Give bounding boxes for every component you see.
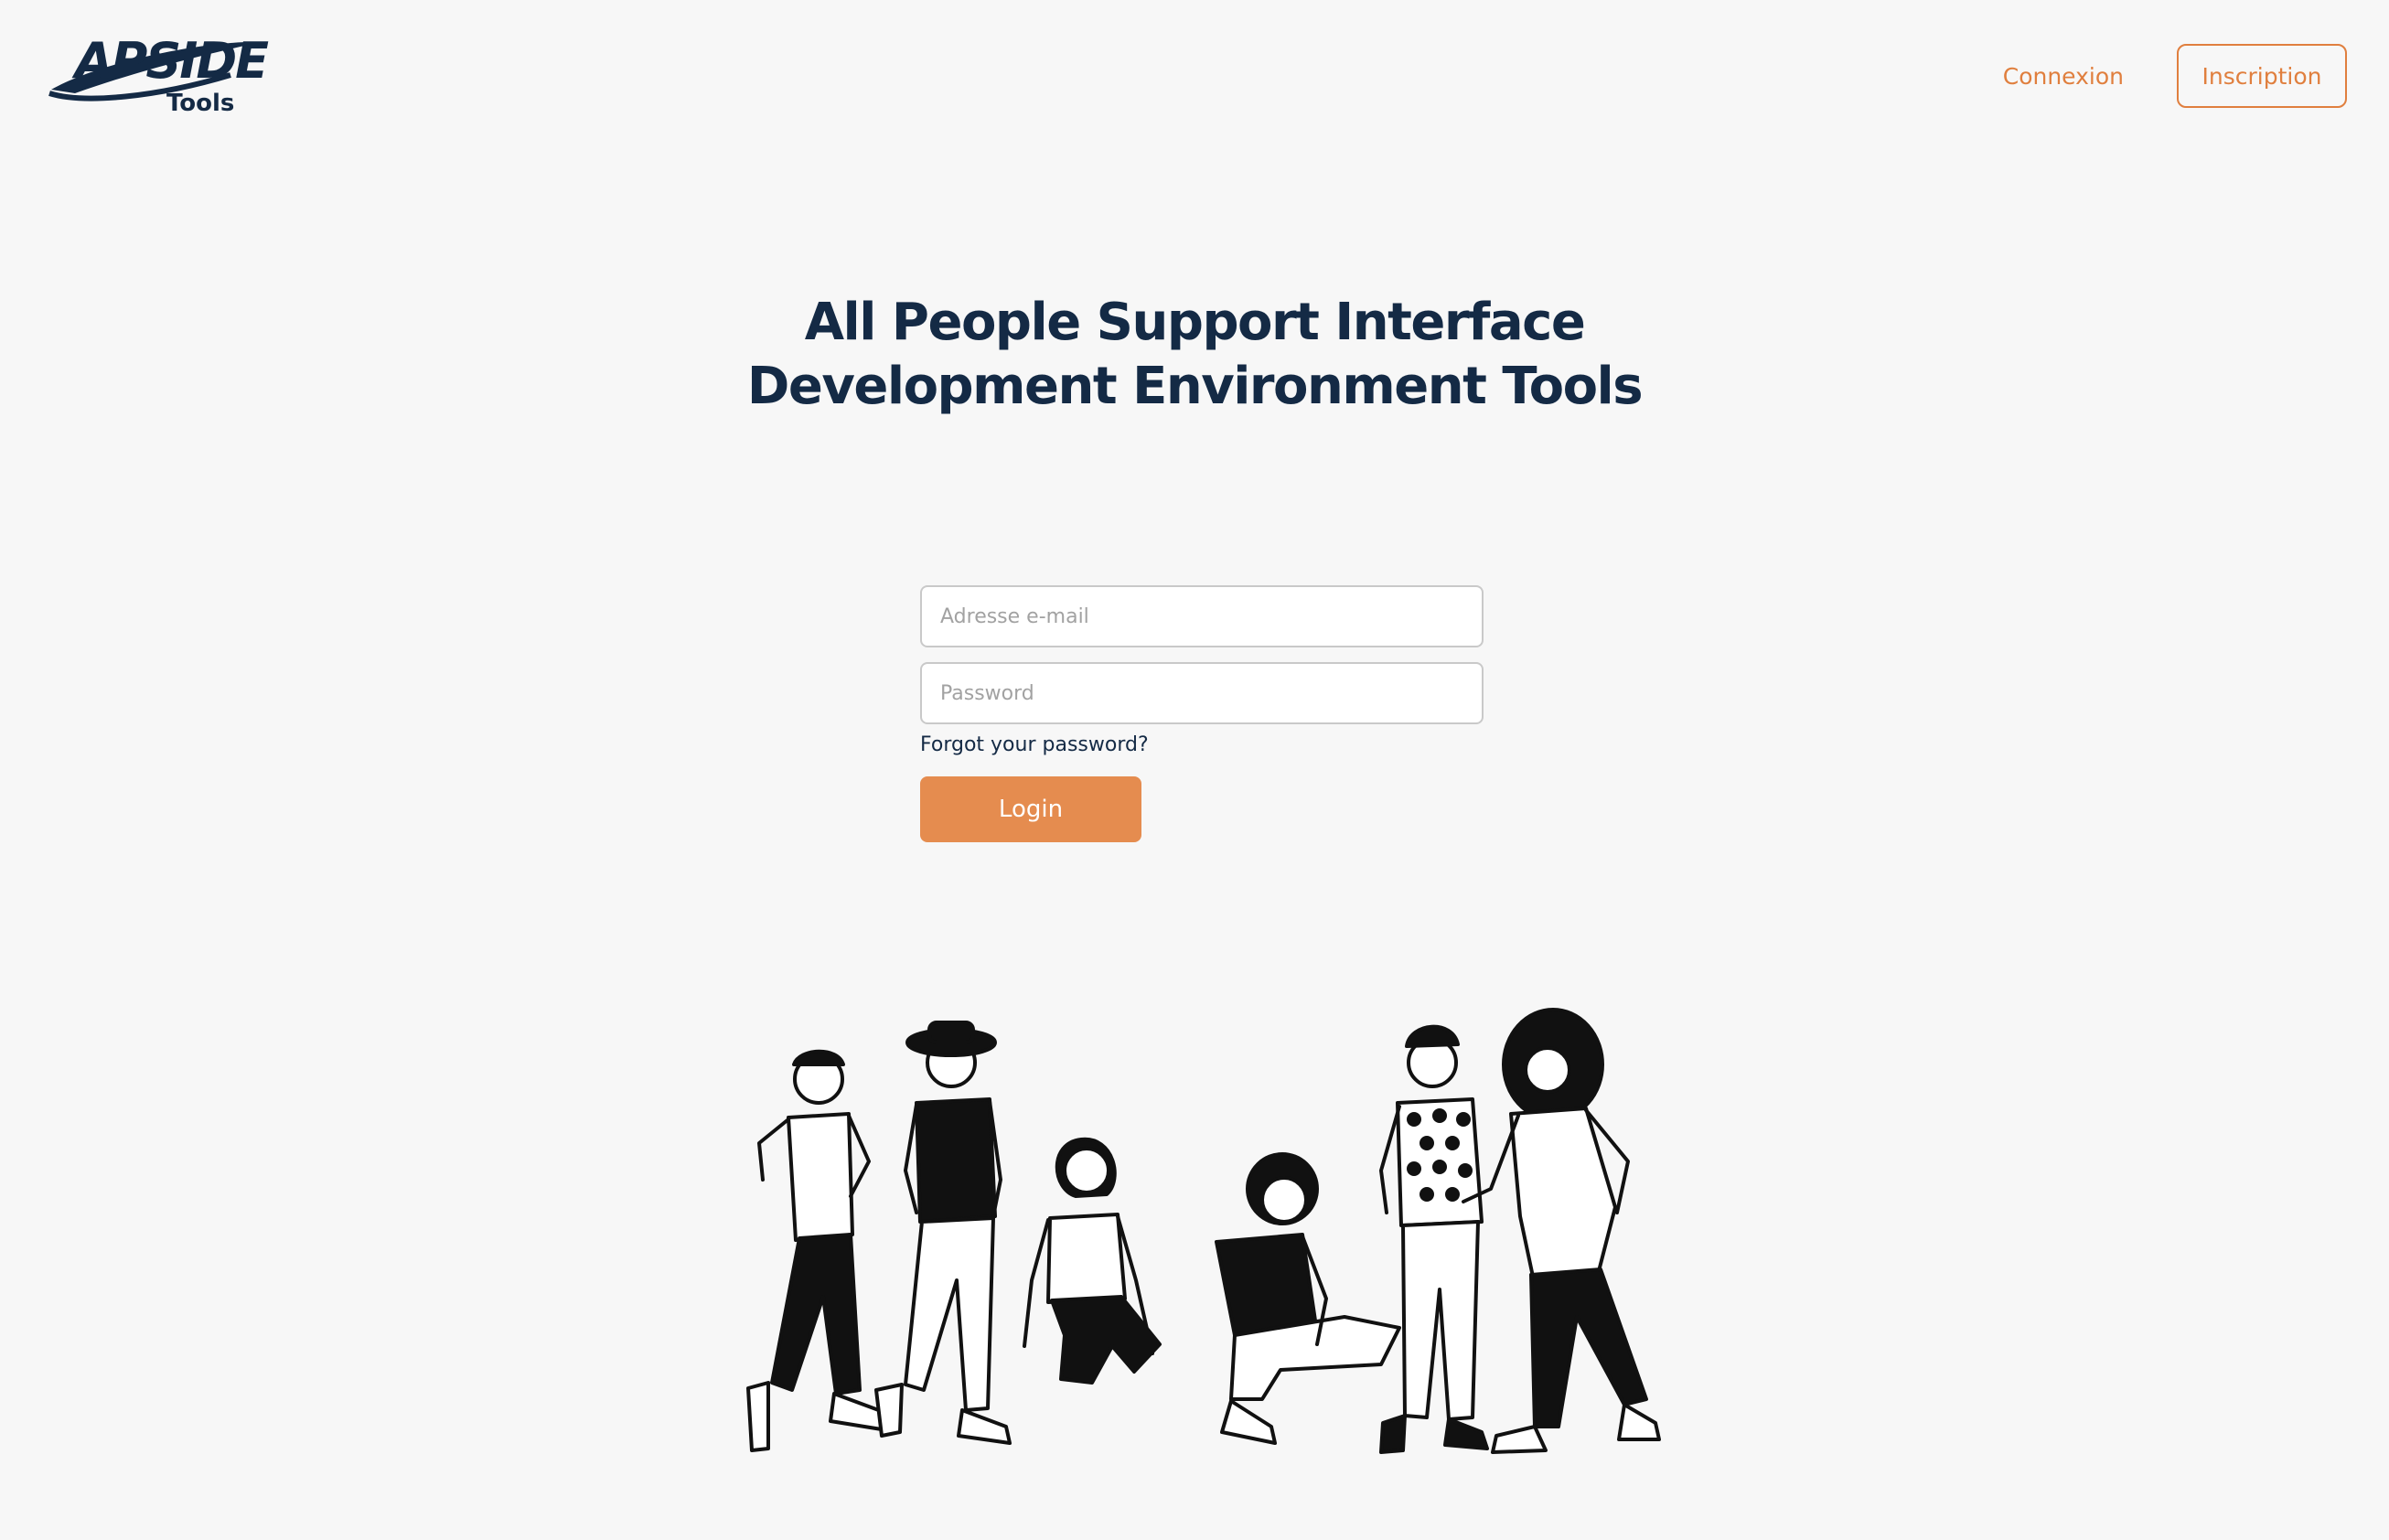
page-title: All People Support Interface Development…: [0, 291, 2389, 419]
title-line-2: Development Environment Tools: [746, 357, 1644, 416]
logo-subtext: Tools: [166, 90, 235, 117]
people-group-illustration: [746, 1008, 1661, 1454]
person-2-figure: [874, 1021, 1012, 1445]
connexion-link[interactable]: Connexion: [2003, 63, 2124, 90]
logo-text: APSIDE: [75, 32, 269, 90]
person-1-figure: [746, 1049, 889, 1452]
login-button[interactable]: Login: [920, 776, 1141, 842]
person-4-figure: [1215, 1152, 1401, 1445]
person-3-figure: [1023, 1137, 1162, 1385]
person-5-figure: [1379, 1024, 1489, 1454]
inscription-button[interactable]: Inscription: [2177, 44, 2347, 108]
top-nav: Connexion Inscription: [2003, 44, 2347, 108]
person-6-figure: [1462, 1008, 1661, 1454]
password-field[interactable]: [920, 662, 1484, 724]
forgot-password-link[interactable]: Forgot your password?: [920, 733, 1485, 756]
login-form: Forgot your password? Login: [920, 585, 1485, 842]
apside-logo[interactable]: APSIDE Tools: [48, 32, 269, 121]
title-line-1: All People Support Interface: [804, 293, 1586, 352]
email-field[interactable]: [920, 585, 1484, 647]
